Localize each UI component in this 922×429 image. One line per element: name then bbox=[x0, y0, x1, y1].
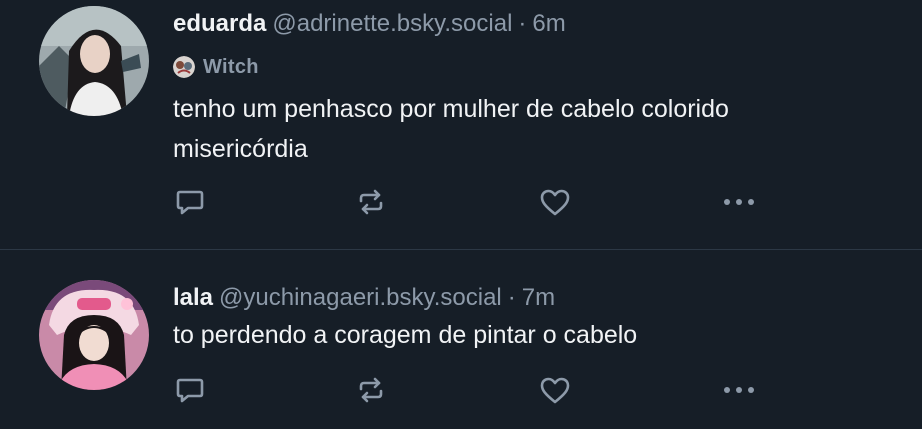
post-item[interactable]: eduarda @adrinette.bsky.social · 6m Witch t… bbox=[0, 0, 922, 249]
user-label[interactable]: Witch bbox=[173, 54, 259, 80]
post-actions bbox=[0, 370, 922, 410]
avatar-image bbox=[39, 6, 149, 116]
post-text: to perdendo a coragem de pintar o cabelo bbox=[173, 321, 638, 349]
post-header: eduarda @adrinette.bsky.social · 6m bbox=[173, 10, 566, 38]
post-time[interactable]: 6m bbox=[532, 10, 565, 37]
post-time[interactable]: 7m bbox=[522, 284, 555, 311]
display-name[interactable]: eduarda bbox=[173, 10, 266, 37]
heart-icon bbox=[540, 377, 570, 404]
post-item[interactable]: lala @yuchinagaeri.bsky.social · 7m to perd… bbox=[0, 250, 922, 429]
more-options-button[interactable] bbox=[717, 182, 761, 222]
more-options-icon bbox=[724, 387, 754, 393]
repost-icon bbox=[359, 189, 383, 215]
separator-dot: · bbox=[507, 284, 516, 311]
like-button[interactable] bbox=[533, 370, 577, 410]
post-actions bbox=[0, 182, 922, 222]
user-handle[interactable]: @adrinette.bsky.social bbox=[272, 10, 512, 37]
reply-icon bbox=[176, 378, 204, 403]
post-text: tenho um penhasco por mulher de cabelo c… bbox=[173, 95, 729, 163]
more-options-button[interactable] bbox=[717, 370, 761, 410]
user-handle[interactable]: @yuchinagaeri.bsky.social bbox=[219, 284, 502, 311]
repost-button[interactable] bbox=[349, 370, 393, 410]
label-badge-icon bbox=[173, 56, 195, 78]
post-header: lala @yuchinagaeri.bsky.social · 7m bbox=[173, 284, 555, 312]
heart-icon bbox=[540, 189, 570, 216]
separator-dot: · bbox=[518, 10, 527, 37]
reply-button[interactable] bbox=[168, 370, 212, 410]
more-options-icon bbox=[724, 199, 754, 205]
reply-button[interactable] bbox=[168, 182, 212, 222]
post-feed: eduarda @adrinette.bsky.social · 6m Witch t… bbox=[0, 0, 922, 429]
repost-icon bbox=[359, 377, 383, 403]
repost-button[interactable] bbox=[349, 182, 393, 222]
like-button[interactable] bbox=[533, 182, 577, 222]
display-name[interactable]: lala bbox=[173, 284, 213, 311]
label-text: Witch bbox=[203, 55, 259, 78]
reply-icon bbox=[176, 190, 204, 215]
avatar[interactable] bbox=[39, 6, 149, 116]
